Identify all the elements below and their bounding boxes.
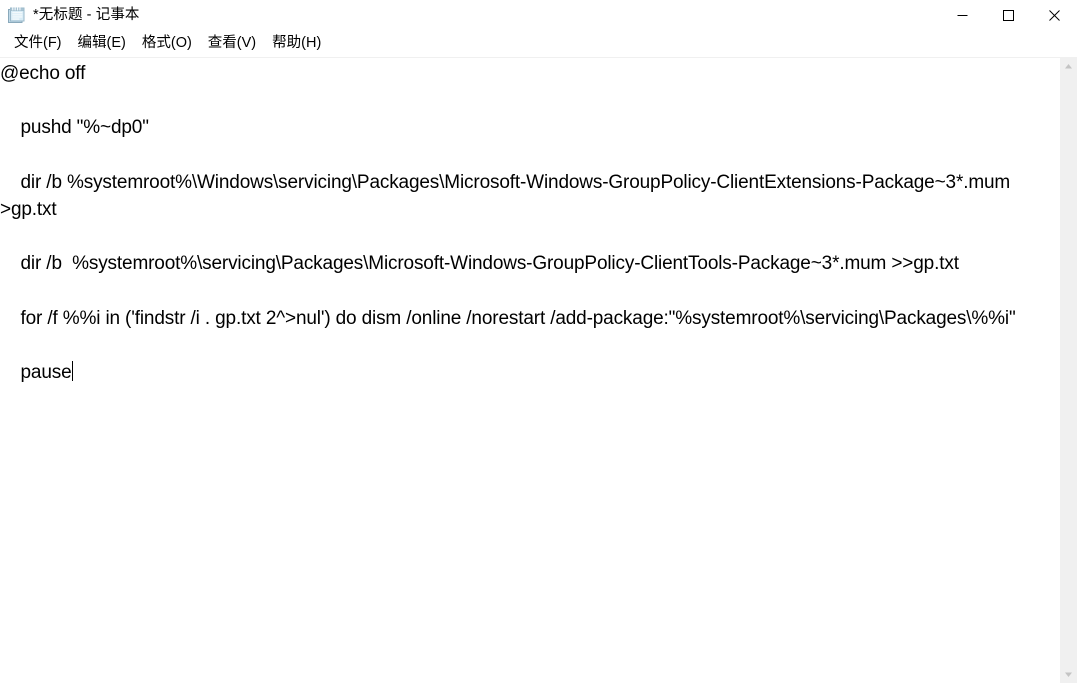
- title-bar-left: *无标题 - 记事本: [0, 0, 140, 31]
- menu-bar: 文件(F) 编辑(E) 格式(O) 查看(V) 帮助(H): [0, 31, 1077, 58]
- editor-line: [0, 223, 1059, 250]
- editor-line: @echo off: [0, 60, 1059, 87]
- text-caret: [72, 361, 73, 381]
- editor-line: [0, 332, 1059, 359]
- menu-edit[interactable]: 编辑(E): [70, 33, 134, 55]
- notepad-icon: [6, 6, 26, 26]
- editor-area: @echo off pushd "%~dp0" dir /b %systemro…: [0, 58, 1077, 683]
- editor-line: dir /b %systemroot%\servicing\Packages\M…: [0, 250, 1059, 277]
- window-controls: [939, 0, 1077, 31]
- text-editor[interactable]: @echo off pushd "%~dp0" dir /b %systemro…: [0, 58, 1059, 683]
- editor-line: dir /b %systemroot%\Windows\servicing\Pa…: [0, 169, 1059, 223]
- close-button[interactable]: [1031, 0, 1077, 31]
- title-bar[interactable]: *无标题 - 记事本: [0, 0, 1077, 31]
- maximize-button[interactable]: [985, 0, 1031, 31]
- menu-help[interactable]: 帮助(H): [264, 33, 329, 55]
- editor-line: [0, 278, 1059, 305]
- editor-line: [0, 87, 1059, 114]
- menu-view[interactable]: 查看(V): [200, 33, 264, 55]
- editor-line: [0, 142, 1059, 169]
- menu-format[interactable]: 格式(O): [134, 33, 200, 55]
- scroll-down-arrow-icon[interactable]: [1060, 666, 1077, 683]
- menu-file[interactable]: 文件(F): [6, 33, 70, 55]
- minimize-button[interactable]: [939, 0, 985, 31]
- scrollbar-track[interactable]: [1060, 75, 1077, 666]
- vertical-scrollbar[interactable]: [1059, 58, 1077, 683]
- window-title: *无标题 - 记事本: [33, 8, 140, 23]
- notepad-window: *无标题 - 记事本 文件(F) 编辑(E) 格式(O) 查看(V) 帮助(H)…: [0, 0, 1077, 683]
- editor-line: for /f %%i in ('findstr /i . gp.txt 2^>n…: [0, 305, 1059, 332]
- editor-line: pause: [0, 359, 1059, 386]
- scroll-up-arrow-icon[interactable]: [1060, 58, 1077, 75]
- editor-line: pushd "%~dp0": [0, 114, 1059, 141]
